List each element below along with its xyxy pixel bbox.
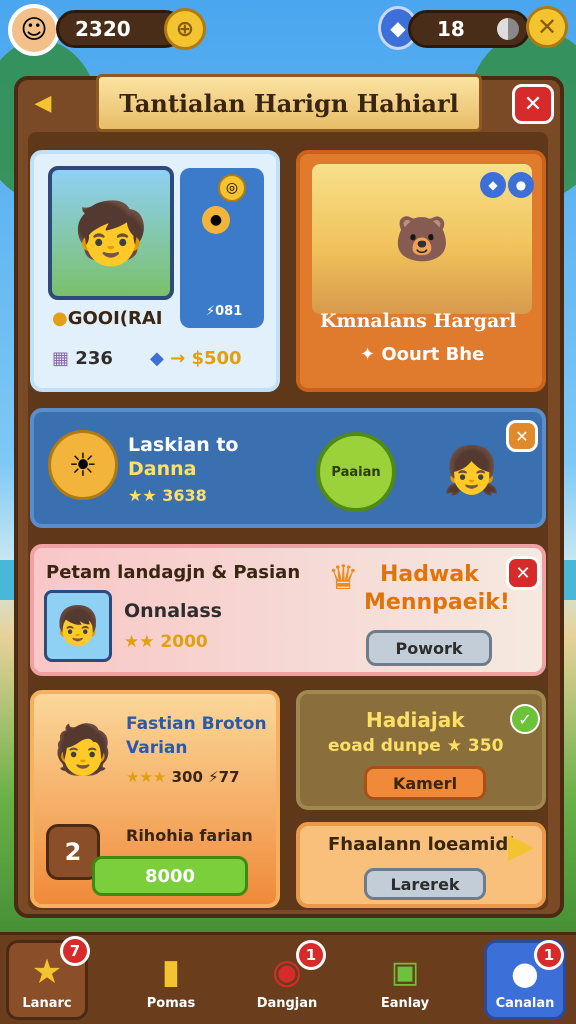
character-portrait: 🧒: [48, 166, 174, 300]
player-avatar[interactable]: ☺: [8, 4, 60, 56]
nav-lanarc-badge: 7: [60, 936, 90, 966]
card5-button[interactable]: 8000: [92, 856, 248, 896]
boy-character-icon: 🧒: [73, 198, 149, 269]
bear-statue-icon: 🐻: [394, 214, 450, 265]
card1-price: ◆ → $500: [150, 348, 242, 369]
map-icon: ▣: [390, 955, 420, 990]
daily-card[interactable]: Hadiajak eoad dunpe ★ 350 Kamerl ✓: [296, 690, 546, 810]
event-card[interactable]: 🧑 Fastian Broton Varian ★★★ 300 ⚡77 Riho…: [30, 690, 280, 908]
quest-card[interactable]: ☀ Laskian to Danna ★★ 3638 Paaian 👧 ✕: [30, 408, 546, 528]
card4-headline-1: Hadwak: [380, 562, 479, 587]
coin-icon[interactable]: ⊕: [164, 8, 206, 50]
gold-item-icon: ●: [202, 206, 230, 234]
card5-stats: ★★★ 300 ⚡77: [126, 768, 240, 786]
card4-portrait: 👦: [44, 590, 112, 662]
special-card[interactable]: Fhaalann loeamidl ▶ Larerek: [296, 822, 546, 908]
nav-canalan-badge: 1: [534, 940, 564, 970]
card3-close-button[interactable]: ✕: [506, 420, 538, 452]
card7-button[interactable]: Larerek: [364, 868, 486, 900]
gem-count: 18: [437, 17, 465, 41]
trophy-icon: ♛: [328, 558, 359, 598]
back-button[interactable]: ◀: [26, 86, 60, 120]
check-icon: ✓: [510, 704, 540, 734]
nav-dangjan-badge: 1: [296, 940, 326, 970]
nav-pomas[interactable]: ▮ Pomas: [130, 940, 212, 1020]
coin-item-icon: ◎: [218, 174, 246, 202]
badge-icon-2: ●: [508, 172, 534, 198]
panel-title: Tantialan Harign Hahiarl: [96, 74, 482, 132]
card7-title: Fhaalann loeamidl: [328, 834, 515, 855]
card6-subtitle: eoad dunpe ★ 350: [328, 736, 504, 756]
coin-count: 2320: [75, 17, 131, 41]
stack-value: ▦ 236: [52, 348, 113, 369]
stack-icon: ▦: [52, 348, 70, 369]
player-face-icon: ☺: [20, 15, 48, 45]
sun-mascot-icon: ☀: [48, 430, 118, 500]
card5-title-1: Fastian Broton: [126, 714, 267, 734]
character-card[interactable]: 🧒 ◎ ● ⚡081 ●GOOI(RAI ▦ 236 ◆ → $500: [30, 150, 280, 392]
card4-button[interactable]: Powork: [366, 630, 492, 666]
card3-subtitle: Danna: [128, 458, 197, 480]
card4-name: Onnalass: [124, 600, 222, 622]
card6-title: Hadiajak: [366, 708, 465, 732]
card5-subtitle: Rihohia farian: [126, 826, 253, 845]
diamond-icon: ◆: [150, 348, 164, 369]
girl-character-icon: 👧: [443, 442, 501, 497]
coin-small-icon: ●: [52, 308, 68, 329]
character-name: ●GOOI(RAI: [52, 308, 163, 329]
card3-title: Laskian to: [128, 434, 239, 456]
star-icon: ★: [31, 952, 63, 992]
card4-headline-2: Mennpaeik!: [364, 590, 510, 615]
settings-close-button[interactable]: ✕: [526, 6, 568, 48]
gem-counter: 18: [408, 10, 530, 48]
blond-boy-icon: 👦: [54, 603, 102, 648]
card2-title: Kmnalans Hargarl: [320, 310, 517, 332]
card4-close-button[interactable]: ✕: [506, 556, 540, 590]
card5-title-2: Varian: [126, 738, 188, 758]
cat-ear-boy-icon: 🧑: [53, 721, 113, 778]
card6-button[interactable]: Kamerl: [364, 766, 486, 800]
card-icon: ▮: [161, 952, 181, 992]
card4-header: Petam landagjn & Pasian: [46, 562, 301, 583]
card4-stars-value: ★★ 2000: [124, 632, 208, 652]
card3-stars-value: ★★ 3638: [128, 486, 207, 505]
reward-card[interactable]: Petam landagjn & Pasian 👦 Onnalass ★★ 20…: [30, 544, 546, 676]
panel-close-button[interactable]: ✕: [512, 84, 554, 124]
card2-subtitle: ✦ Oourt Bhe: [360, 344, 485, 365]
toggle-icon: [496, 18, 519, 40]
card3-action-button[interactable]: Paaian: [316, 432, 396, 512]
collection-card[interactable]: 🐻 ◆ ● Kmnalans Hargarl ✦ Oourt Bhe: [296, 150, 546, 392]
arrow-right-icon: ▶: [508, 826, 535, 866]
badge-icon-1: ◆: [480, 172, 506, 198]
side-value: ⚡081: [206, 304, 243, 319]
nav-eanlay[interactable]: ▣ Eanlay: [364, 940, 446, 1020]
